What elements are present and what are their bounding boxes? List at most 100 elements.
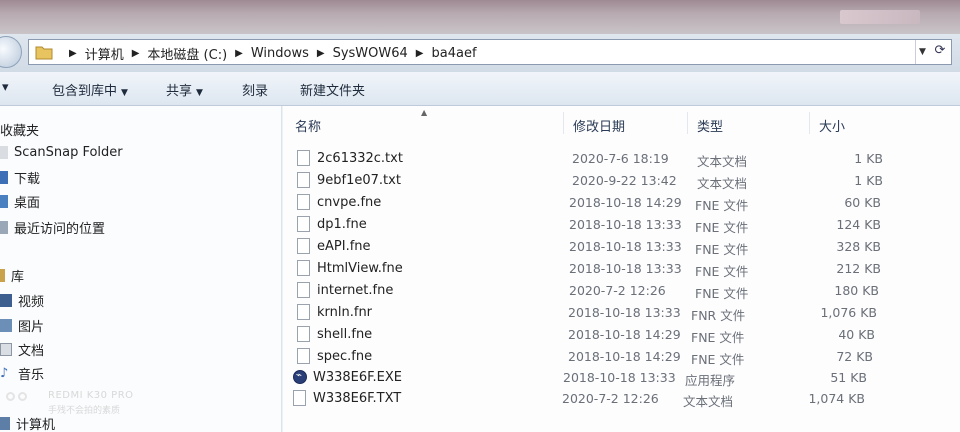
back-button[interactable] [0,36,22,68]
file-size: 328 KB [836,239,881,254]
nav-recent-places[interactable]: 最近访问的位置 [0,218,105,237]
file-row[interactable]: W338E6F.EXE 2018-10-18 13:33 应用程序 51 KB [279,367,956,389]
file-type: 文本文档 [697,154,748,169]
column-header-size[interactable]: 大小 [819,116,845,135]
file-modified: 2018-10-18 13:33 [563,370,676,385]
navigation-pane: 收藏夹 ScanSnap Folder 下载 桌面 最近访问的位置 库 视频 图… [0,106,282,432]
file-size: 40 KB [838,327,875,342]
column-divider[interactable] [809,112,810,134]
crumb-syswow64[interactable]: SysWOW64 [333,46,408,61]
nav-desktop-label: 桌面 [14,196,41,211]
address-dropdown-icon[interactable]: ▼ [915,40,929,64]
file-modified: 2020-7-2 12:26 [562,391,659,406]
file-modified: 2020-9-22 13:42 [572,173,677,188]
sort-ascending-icon: ▲ [421,108,428,117]
include-in-library-button[interactable]: 包含到库中 ▼ [52,80,128,99]
file-icon [297,238,310,254]
column-header-name[interactable]: 名称 [295,116,321,135]
file-type: FNE 文件 [695,242,749,257]
share-button[interactable]: 共享 ▼ [166,80,203,99]
file-name: spec.fne [317,349,373,364]
file-row[interactable]: dp1.fne 2018-10-18 13:33 FNE 文件 124 KB [283,214,960,236]
file-modified: 2018-10-18 13:33 [569,261,682,276]
chevron-right-icon[interactable]: ▶ [132,48,140,59]
crumb-windows[interactable]: Windows [251,46,309,61]
nav-documents[interactable]: 文档 [0,340,44,359]
text-file-icon [293,390,306,406]
file-name: W338E6F.TXT [313,391,402,406]
nav-pictures[interactable]: 图片 [0,316,44,335]
nav-pictures-label: 图片 [18,320,45,335]
file-row[interactable]: internet.fne 2020-7-2 12:26 FNE 文件 180 KB [283,280,960,302]
nav-music-label: 音乐 [18,368,45,383]
crumb-local-disk[interactable]: 本地磁盘 (C:) [147,44,227,63]
nav-downloads-label: 下载 [14,172,41,187]
file-type: FNR 文件 [691,308,746,323]
file-icon [297,348,310,364]
address-bar[interactable]: ▶ 计算机 ▶ 本地磁盘 (C:) ▶ Windows ▶ SysWOW64 ▶… [28,39,952,65]
chevron-right-icon[interactable]: ▶ [416,48,424,59]
file-row[interactable]: cnvpe.fne 2018-10-18 14:29 FNE 文件 60 KB [283,192,960,214]
file-row[interactable]: HtmlView.fne 2018-10-18 13:33 FNE 文件 212 KB [283,258,960,280]
column-header-modified[interactable]: 修改日期 [573,116,625,135]
nav-music[interactable]: ♪ 音乐 [0,364,44,383]
refresh-icon[interactable]: ⟳ [932,43,948,59]
nav-documents-label: 文档 [18,344,45,359]
watermark-caption: 手残不会拍的素质 [48,406,121,416]
burn-button[interactable]: 刻录 [242,80,268,99]
column-header-type[interactable]: 类型 [697,116,723,135]
document-icon [0,343,12,356]
text-file-icon [297,150,310,166]
column-divider[interactable] [687,112,688,134]
include-in-library-label: 包含到库中 [52,84,118,99]
text-file-icon [297,172,310,188]
crumb-current-folder[interactable]: ba4aef [432,46,477,61]
library-icon [0,269,5,282]
file-icon [297,282,310,298]
share-label: 共享 [166,84,193,99]
file-name: cnvpe.fne [317,195,382,210]
nav-favorites[interactable]: 收藏夹 [0,120,39,139]
file-size: 1 KB [854,173,883,188]
file-row[interactable]: W338E6F.TXT 2020-7-2 12:26 文本文档 1,074 KB [279,388,956,410]
file-row[interactable]: krnln.fnr 2018-10-18 13:33 FNR 文件 1,076 KB [283,302,960,324]
file-name: internet.fne [317,283,394,298]
file-size: 1,074 KB [808,391,865,406]
music-icon: ♪ [0,366,9,381]
file-row[interactable]: shell.fne 2018-10-18 14:29 FNE 文件 40 KB [283,324,960,346]
file-size: 60 KB [844,195,881,210]
file-size: 180 KB [834,283,879,298]
file-icon [297,216,310,232]
nav-libraries[interactable]: 库 [0,266,24,285]
file-row[interactable]: 2c61332c.txt 2020-7-6 18:19 文本文档 1 KB [283,148,960,170]
new-folder-button[interactable]: 新建文件夹 [300,80,365,99]
chevron-right-icon[interactable]: ▶ [317,48,325,59]
video-icon [0,294,12,307]
dropdown-arrow-icon: ▼ [196,88,203,98]
nav-scansnap-folder[interactable]: ScanSnap Folder [0,145,123,160]
file-type: FNE 文件 [691,352,745,367]
file-modified: 2020-7-6 18:19 [572,151,669,166]
nav-scansnap-label: ScanSnap Folder [14,145,123,160]
file-row[interactable]: eAPI.fne 2018-10-18 13:33 FNE 文件 328 KB [283,236,960,258]
file-row[interactable]: spec.fne 2018-10-18 14:29 FNE 文件 72 KB [283,346,960,368]
chevron-right-icon[interactable]: ▶ [69,48,77,59]
file-name: dp1.fne [317,217,367,232]
file-row[interactable]: 9ebf1e07.txt 2020-9-22 13:42 文本文档 1 KB [283,170,960,192]
organize-arrow-icon[interactable]: ▾ [2,80,9,95]
nav-downloads[interactable]: 下载 [0,168,40,187]
exe-app-icon [293,370,307,384]
nav-videos[interactable]: 视频 [0,291,44,310]
nav-desktop[interactable]: 桌面 [0,192,40,211]
camera-lens-icon [6,392,27,401]
file-name: eAPI.fne [317,239,371,254]
file-type: 文本文档 [683,394,734,409]
breadcrumb: ▶ 计算机 ▶ 本地磁盘 (C:) ▶ Windows ▶ SysWOW64 ▶… [61,43,477,63]
crumb-computer[interactable]: 计算机 [85,44,124,63]
window-controls[interactable] [840,10,920,24]
file-size: 1,076 KB [820,305,877,320]
file-type: FNE 文件 [691,330,745,345]
column-divider[interactable] [563,112,564,134]
file-name: shell.fne [317,327,373,342]
chevron-right-icon[interactable]: ▶ [235,48,243,59]
